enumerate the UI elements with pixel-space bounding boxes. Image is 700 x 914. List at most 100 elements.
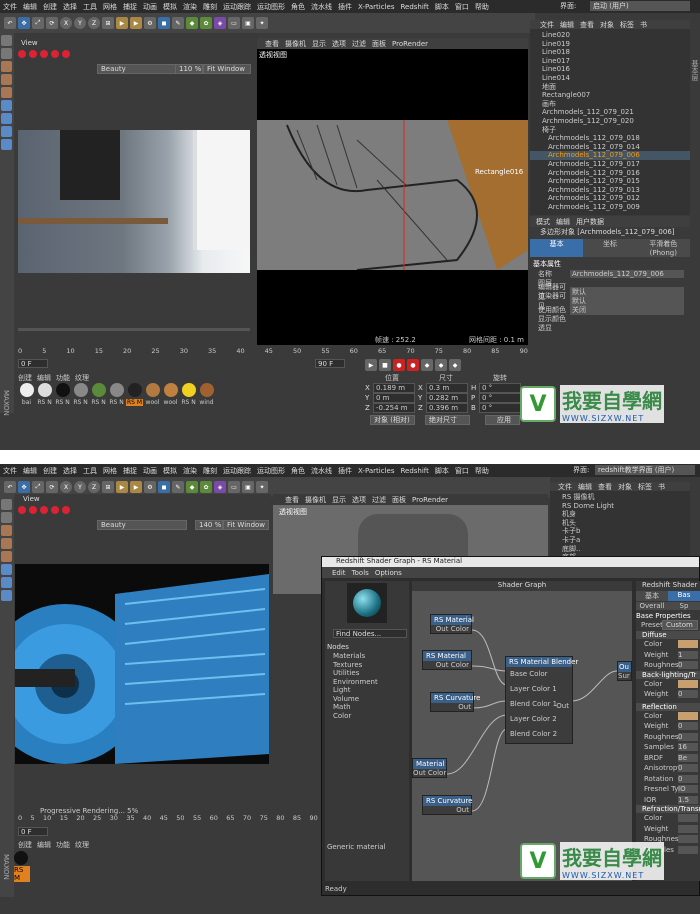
move-icon[interactable]: ✥ — [18, 481, 30, 493]
viewport-menu-item[interactable]: 过滤 — [372, 495, 386, 505]
menu-item[interactable]: 脚本 — [435, 466, 449, 476]
material-item[interactable]: RS N — [180, 383, 197, 406]
object-row[interactable]: Archmodels_112_079_012 — [530, 194, 690, 203]
viewport-menu-item[interactable]: 查看 — [285, 495, 299, 505]
render-button-icon[interactable] — [51, 50, 59, 58]
node-category[interactable]: Materials — [333, 652, 378, 661]
cube-icon[interactable]: ◼ — [158, 17, 170, 29]
coord-value-field[interactable]: 0 ° — [479, 393, 521, 403]
undo-icon[interactable]: ↶ — [4, 481, 16, 493]
frame-start-field[interactable]: 0 F — [18, 359, 48, 368]
object-row[interactable]: Archmodels_112_079_009 — [530, 203, 690, 212]
prop-value[interactable] — [678, 814, 698, 823]
key-icon[interactable]: ◆ — [449, 359, 461, 371]
viewport-menu-item[interactable]: 摄像机 — [305, 495, 326, 505]
key-icon[interactable]: ◆ — [435, 359, 447, 371]
material-item[interactable]: wool — [162, 383, 179, 406]
menu-item[interactable]: 插件 — [338, 466, 352, 476]
axis-y-icon[interactable]: Y — [74, 17, 86, 29]
tool-icon[interactable] — [1, 564, 12, 575]
prop-value[interactable] — [678, 711, 698, 720]
render-icon[interactable]: ▶ — [130, 17, 142, 29]
viewport-menu-item[interactable]: 选项 — [332, 39, 346, 49]
menu-item[interactable]: 工具 — [83, 2, 97, 12]
attr-value[interactable]: 关闭 — [570, 304, 684, 315]
tool-icon[interactable] — [1, 577, 12, 588]
object-row[interactable]: Line019 — [530, 40, 690, 49]
material-tab[interactable]: 纹理 — [75, 840, 89, 850]
object-menu-item[interactable]: 标签 — [620, 20, 634, 30]
move-icon[interactable]: ✥ — [18, 17, 30, 29]
node-category[interactable]: Textures — [333, 661, 378, 670]
props-tab[interactable]: Bas — [668, 591, 700, 601]
menu-item[interactable]: 文件 — [3, 2, 17, 12]
prop-value[interactable]: 1 — [678, 650, 698, 659]
object-row[interactable]: Rectangle007 — [530, 91, 690, 100]
fit-select[interactable]: Fit Window — [203, 64, 251, 74]
object-row[interactable]: 底脚.. — [550, 545, 690, 554]
menu-item[interactable]: 流水线 — [311, 466, 332, 476]
node-category[interactable]: Math — [333, 703, 378, 712]
menu-item[interactable]: Redshift — [400, 3, 428, 11]
menu-item[interactable]: 运动图形 — [257, 466, 285, 476]
tool-icon[interactable] — [1, 525, 12, 536]
menu-item[interactable]: 选择 — [63, 466, 77, 476]
menu-item[interactable]: 动画 — [143, 2, 157, 12]
render-button-icon[interactable] — [40, 50, 48, 58]
zoom-select[interactable]: 140 % — [195, 520, 223, 530]
menu-item[interactable]: 模拟 — [163, 466, 177, 476]
render-view-icon[interactable]: ▶ — [116, 17, 128, 29]
menu-item[interactable]: 动画 — [143, 466, 157, 476]
node-category[interactable]: Utilities — [333, 669, 378, 678]
render-button-icon[interactable] — [18, 50, 26, 58]
coord-value-field[interactable]: 0 ° — [479, 403, 521, 413]
menu-item[interactable]: 编辑 — [23, 466, 37, 476]
render-view-icon[interactable]: ▶ — [116, 481, 128, 493]
floor-icon[interactable]: ▭ — [228, 481, 240, 493]
attr-menu-item[interactable]: 用户数据 — [576, 217, 604, 227]
rs-curvature-node-2[interactable]: RS Curvature Out — [422, 795, 472, 815]
viewport-menu-item[interactable]: 面板 — [392, 495, 406, 505]
attr-tab[interactable]: 平滑着色(Phong) — [636, 239, 690, 257]
tool-icon[interactable] — [1, 139, 12, 150]
prop-value[interactable]: 0 — [678, 732, 698, 741]
coord-value-field[interactable]: 0.282 m — [426, 393, 468, 403]
scale-icon[interactable]: ⤢ — [32, 481, 44, 493]
subdiv-icon[interactable]: ◆ — [186, 17, 198, 29]
render-button-icon[interactable] — [62, 50, 70, 58]
viewport-menu-item[interactable]: ProRender — [412, 496, 448, 504]
tool-icon[interactable] — [1, 126, 12, 137]
object-row[interactable]: Line017 — [530, 57, 690, 66]
menu-item[interactable]: 选择 — [63, 2, 77, 12]
object-menu-item[interactable]: 编辑 — [578, 482, 592, 492]
menu-item[interactable]: 创建 — [43, 2, 57, 12]
record-icon[interactable]: ● — [407, 359, 419, 371]
object-row[interactable]: 卡子b — [550, 527, 690, 536]
viewport-menu-item[interactable]: ProRender — [392, 40, 428, 48]
material-item[interactable]: wind — [198, 383, 215, 406]
light-icon[interactable]: ✦ — [256, 17, 268, 29]
object-menu-item[interactable]: 文件 — [558, 482, 572, 492]
light-icon[interactable]: ✦ — [256, 481, 268, 493]
attr-menu-item[interactable]: 编辑 — [556, 217, 570, 227]
cube-icon[interactable]: ◼ — [158, 481, 170, 493]
object-row[interactable]: Archmodels_112_079_013 — [530, 186, 690, 195]
tool-icon[interactable] — [1, 74, 12, 85]
object-row[interactable]: RS 摄像机 — [550, 493, 690, 502]
material-item[interactable]: RS N — [72, 383, 89, 406]
material-tab[interactable]: 编辑 — [37, 373, 51, 383]
array-icon[interactable]: ✿ — [200, 17, 212, 29]
menu-item[interactable]: 窗口 — [455, 466, 469, 476]
material-item[interactable]: bai — [18, 383, 35, 406]
zoom-select[interactable]: 110 % — [175, 64, 203, 74]
object-row[interactable]: Line018 — [530, 48, 690, 57]
coord-value-field[interactable]: 0 ° — [479, 383, 521, 393]
material-item[interactable]: RS N — [54, 383, 71, 406]
layout-select[interactable]: redshift教学界面 (用户) — [595, 465, 695, 475]
menu-item[interactable]: 工具 — [83, 466, 97, 476]
pen-icon[interactable]: ✎ — [172, 17, 184, 29]
object-row[interactable]: Archmodels_112_079_014 — [530, 143, 690, 152]
object-menu-item[interactable]: 对象 — [618, 482, 632, 492]
render-button-icon[interactable] — [62, 506, 70, 514]
coord-value-field[interactable]: 0 m — [373, 393, 415, 403]
